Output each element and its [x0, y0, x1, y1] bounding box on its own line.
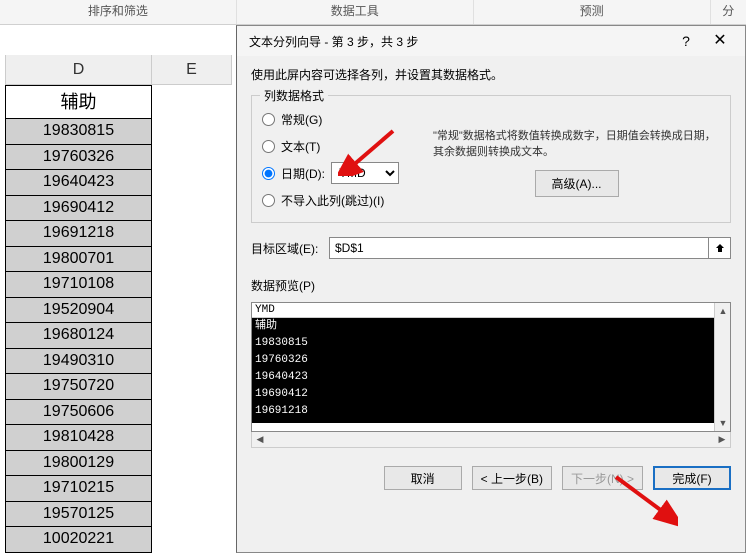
ribbon-group-datatools[interactable]: 数据工具 — [236, 0, 473, 24]
range-picker-button[interactable] — [709, 237, 731, 259]
advanced-button[interactable]: 高级(A)... — [535, 170, 619, 197]
table-row[interactable]: 19750720 — [5, 374, 152, 400]
table-row[interactable]: 19760326 — [5, 145, 152, 171]
help-button[interactable]: ? — [669, 29, 703, 53]
table-row[interactable]: 19520904 — [5, 298, 152, 324]
preview-line: 辅助 — [252, 318, 730, 335]
cancel-button[interactable]: 取消 — [384, 466, 462, 490]
date-format-select[interactable]: YMD — [331, 162, 399, 184]
table-row[interactable]: 19570125 — [5, 502, 152, 528]
radio-general-label: 常规(G) — [281, 111, 322, 128]
table-row[interactable]: 19710108 — [5, 272, 152, 298]
preview-line: 19690412 — [252, 386, 730, 403]
preview-line: 19640423 — [252, 369, 730, 386]
table-row[interactable]: 19640423 — [5, 170, 152, 196]
scroll-left-icon[interactable]: ◀ — [252, 432, 268, 447]
text-to-columns-dialog: 文本分列向导 - 第 3 步，共 3 步 ? ✕ 使用此屏内容可选择各列，并设置… — [236, 25, 746, 553]
finish-button[interactable]: 完成(F) — [653, 466, 731, 490]
range-picker-icon — [714, 242, 726, 254]
radio-date[interactable] — [262, 167, 275, 180]
preview-line: 19691218 — [252, 403, 730, 420]
radio-general[interactable] — [262, 113, 275, 126]
ribbon-group-partial: 分 — [710, 0, 746, 24]
preview-content[interactable]: 辅助 19830815 19760326 19640423 19690412 1… — [252, 318, 730, 423]
format-description: "常规"数据格式将数值转换成数字，日期值会转换成日期，其余数据则转换成文本。 — [433, 128, 720, 160]
horizontal-scrollbar[interactable]: ◀ ▶ — [251, 432, 731, 448]
radio-skip[interactable] — [262, 194, 275, 207]
table-row[interactable]: 19750606 — [5, 400, 152, 426]
table-row[interactable]: 19810428 — [5, 425, 152, 451]
table-row[interactable]: 19490310 — [5, 349, 152, 375]
table-row[interactable]: 10020221 — [5, 527, 152, 553]
scroll-up-icon[interactable]: ▲ — [715, 303, 731, 319]
ribbon-group-sort[interactable]: 排序和筛选 — [0, 0, 236, 24]
column-header-e[interactable]: E — [152, 55, 232, 85]
table-row[interactable]: 19800701 — [5, 247, 152, 273]
radio-date-label: 日期(D): — [281, 165, 325, 182]
back-button[interactable]: < 上一步(B) — [472, 466, 552, 490]
target-range-input[interactable] — [329, 237, 709, 259]
dialog-title: 文本分列向导 - 第 3 步，共 3 步 — [249, 33, 669, 50]
table-row[interactable]: 19691218 — [5, 221, 152, 247]
scroll-down-icon[interactable]: ▼ — [715, 415, 731, 431]
dialog-instruction: 使用此屏内容可选择各列，并设置其数据格式。 — [251, 66, 731, 83]
table-row[interactable]: 19690412 — [5, 196, 152, 222]
preview-box: YMD 辅助 19830815 19760326 19640423 196904… — [251, 302, 731, 432]
radio-skip-label: 不导入此列(跳过)(I) — [281, 192, 384, 209]
preview-line: 19760326 — [252, 352, 730, 369]
vertical-scrollbar[interactable]: ▲ ▼ — [714, 303, 730, 431]
table-row[interactable]: 19680124 — [5, 323, 152, 349]
next-button: 下一步(N) > — [562, 466, 643, 490]
close-button[interactable]: ✕ — [703, 29, 737, 53]
table-header-cell[interactable]: 辅助 — [5, 85, 152, 119]
ribbon-group-forecast[interactable]: 预测 — [473, 0, 710, 24]
radio-text-label: 文本(T) — [281, 138, 320, 155]
radio-text[interactable] — [262, 140, 275, 153]
scroll-right-icon[interactable]: ▶ — [714, 432, 730, 447]
preview-line: 19830815 — [252, 335, 730, 352]
table-row[interactable]: 19830815 — [5, 119, 152, 145]
fieldset-legend: 列数据格式 — [260, 87, 328, 104]
preview-column-header: YMD — [252, 303, 730, 318]
table-row[interactable]: 19800129 — [5, 451, 152, 477]
column-format-fieldset: 列数据格式 常规(G) 文本(T) 日期(D): YM — [251, 95, 731, 223]
preview-label: 数据预览(P) — [251, 277, 731, 294]
spreadsheet: D E 辅助 19830815 19760326 19640423 196904… — [0, 25, 236, 553]
column-header-d[interactable]: D — [5, 55, 152, 85]
target-range-label: 目标区域(E): — [251, 240, 329, 257]
dialog-titlebar[interactable]: 文本分列向导 - 第 3 步，共 3 步 ? ✕ — [237, 26, 745, 56]
table-row[interactable]: 19710215 — [5, 476, 152, 502]
ribbon-toolbar: 排序和筛选 数据工具 预测 分 — [0, 0, 746, 25]
